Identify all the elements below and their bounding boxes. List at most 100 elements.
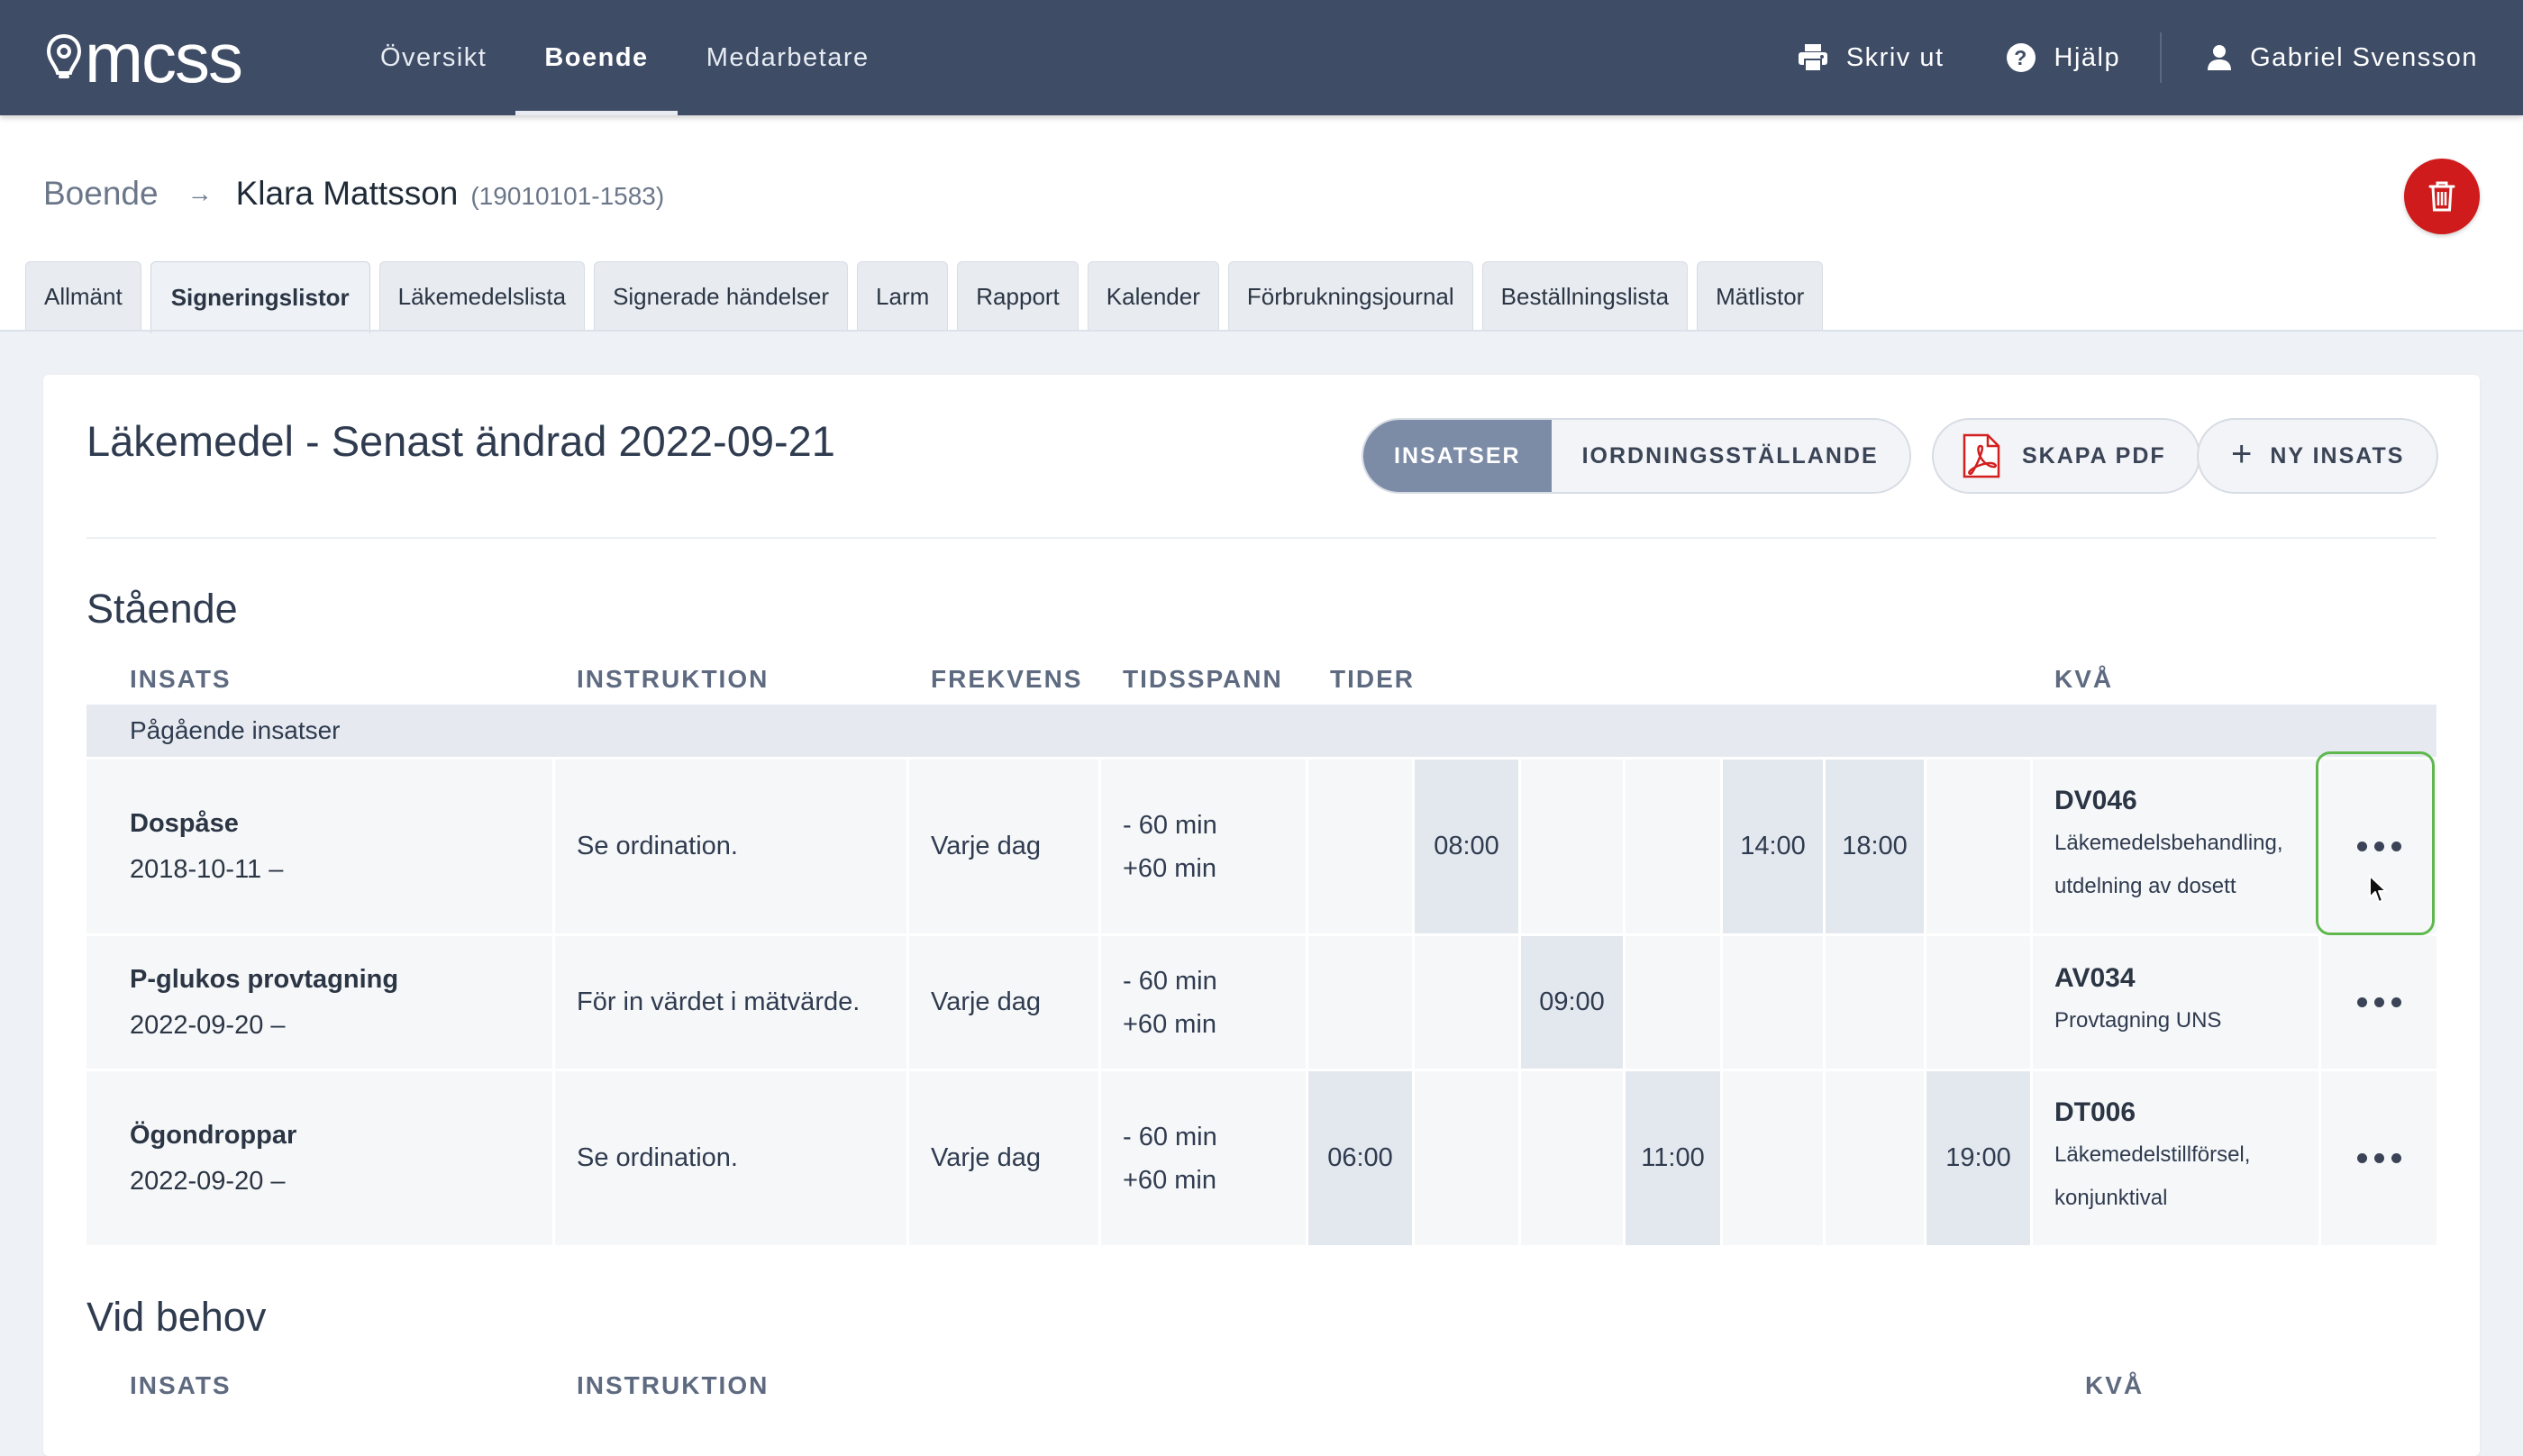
kva-description: Läkemedelstillförsel,: [2054, 1142, 2251, 1167]
plus-icon: +: [2231, 433, 2254, 474]
tab-lakemedelslista[interactable]: Läkemedelslista: [378, 261, 586, 332]
column-header-tidsspann[interactable]: TIDSSPANN: [1123, 665, 1283, 694]
nav-item-medarbetare[interactable]: Medarbetare: [678, 0, 898, 115]
tab-signerade-handelser[interactable]: Signerade händelser: [594, 261, 849, 332]
row-more-button[interactable]: [2321, 1071, 2436, 1245]
time-slot: [1308, 936, 1415, 1069]
timespan-before: - 60 min: [1123, 1122, 1217, 1151]
table-row[interactable]: Dospåse 2018-10-11 – Se ordination. Varj…: [87, 757, 2436, 933]
timespan-cell: - 60 min +60 min: [1101, 936, 1308, 1069]
column-header-insats[interactable]: INSATS: [130, 1371, 232, 1400]
time-slot: 11:00: [1626, 1071, 1723, 1245]
kva-description: Läkemedelsbehandling,: [2054, 830, 2283, 855]
help-icon: ?: [2006, 43, 2036, 72]
nav-actions: Skriv ut ? Hjälp Gabriel Svensson: [1767, 0, 2523, 115]
kva-code: DT006: [2054, 1097, 2136, 1127]
print-label: Skriv ut: [1845, 42, 1945, 72]
mouse-cursor-icon: [2369, 875, 2387, 903]
kva-description: konjunktival: [2054, 1185, 2168, 1210]
group-row-ongoing: Pågående insatser: [87, 705, 2436, 757]
print-button[interactable]: Skriv ut: [1767, 0, 1975, 115]
column-header-kva[interactable]: KVÅ: [2085, 1371, 2144, 1400]
timespan-cell: - 60 min +60 min: [1101, 760, 1308, 933]
table-row[interactable]: P-glukos provtagning 2022-09-20 – För in…: [87, 933, 2436, 1069]
frequency-cell: Varje dag: [909, 760, 1101, 933]
kva-cell: DV046 Läkemedelsbehandling, utdelning av…: [2033, 760, 2321, 933]
breadcrumb-parent-link[interactable]: Boende: [43, 175, 159, 213]
tab-label: Förbrukningsjournal: [1246, 283, 1454, 310]
tab-label: Rapport: [976, 283, 1060, 310]
nav-item-boende[interactable]: Boende: [515, 0, 679, 115]
frequency-cell: Varje dag: [909, 1071, 1101, 1245]
timespan-before: - 60 min: [1123, 966, 1217, 996]
insats-date: 2022-09-20 –: [130, 1166, 286, 1196]
new-insats-button[interactable]: + NY INSATS: [2197, 418, 2439, 494]
time-slot: [1626, 760, 1723, 933]
instruction-cell: För in värdet i mätvärde.: [555, 936, 909, 1069]
logo-text: mcss: [85, 18, 243, 97]
section-title-standing: Stående: [87, 586, 238, 632]
toggle-insatser[interactable]: INSATSER: [1363, 420, 1552, 492]
time-slot: [1415, 1071, 1521, 1245]
more-horizontal-icon: [2356, 1153, 2401, 1163]
new-insats-label: NY INSATS: [2270, 442, 2405, 469]
tab-signeringslistor[interactable]: Signeringslistor: [150, 261, 370, 333]
column-header-insats[interactable]: INSATS: [130, 665, 232, 694]
instruction-cell: Se ordination.: [555, 760, 909, 933]
help-button[interactable]: ? Hjälp: [1975, 0, 2152, 115]
create-pdf-button[interactable]: SKAPA PDF: [1932, 418, 2200, 494]
tab-label: Signeringslistor: [170, 284, 350, 311]
time-slot: 09:00: [1521, 936, 1626, 1069]
help-label: Hjälp: [2054, 42, 2121, 72]
time-slot: [1826, 936, 1926, 1069]
delete-button[interactable]: [2404, 159, 2480, 234]
insats-cell: Dospåse 2018-10-11 –: [87, 760, 555, 933]
tab-label: Kalender: [1106, 283, 1200, 310]
timespan-after: +60 min: [1123, 1165, 1216, 1195]
trash-icon: [2428, 181, 2455, 212]
section-title-as-needed: Vid behov: [87, 1294, 267, 1340]
time-slot: 19:00: [1926, 1071, 2033, 1245]
view-toggle: INSATSER IORDNINGSSTÄLLANDE: [1362, 418, 1911, 494]
tab-label: Läkemedelslista: [397, 283, 567, 310]
toggle-iordningsstallande[interactable]: IORDNINGSSTÄLLANDE: [1551, 420, 1909, 492]
column-header-instruktion[interactable]: INSTRUKTION: [577, 1371, 769, 1400]
resident-personal-number: (19010101-1583): [470, 182, 665, 210]
nav-item-label: Medarbetare: [706, 42, 870, 72]
timespan-before: - 60 min: [1123, 810, 1217, 840]
tab-matlistor[interactable]: Mätlistor: [1697, 261, 1824, 332]
column-header-instruktion[interactable]: INSTRUKTION: [577, 665, 769, 694]
column-header-kva[interactable]: KVÅ: [2054, 665, 2113, 694]
tab-label: Signerade händelser: [613, 283, 830, 310]
insats-name: Ögondroppar: [130, 1120, 297, 1150]
tab-bestallningslista[interactable]: Beställningslista: [1481, 261, 1689, 332]
kva-cell: DT006 Läkemedelstillförsel, konjunktival: [2033, 1071, 2321, 1245]
row-more-button[interactable]: [2321, 760, 2436, 933]
tab-kalender[interactable]: Kalender: [1087, 261, 1219, 332]
table-row[interactable]: Ögondroppar 2022-09-20 – Se ordination. …: [87, 1069, 2436, 1245]
mcss-logo[interactable]: mcss: [45, 23, 351, 93]
kva-code: AV034: [2054, 962, 2136, 993]
time-slot: [1308, 760, 1415, 933]
row-more-button[interactable]: [2321, 936, 2436, 1069]
column-header-tider[interactable]: TIDER: [1330, 665, 1415, 694]
user-menu[interactable]: Gabriel Svensson: [2171, 0, 2523, 115]
tab-larm[interactable]: Larm: [857, 261, 949, 332]
printer-icon: [1798, 44, 1827, 72]
column-header-frekvens[interactable]: FREKVENS: [931, 665, 1082, 694]
tab-label: Allmänt: [44, 283, 123, 310]
tab-forbrukningsjournal[interactable]: Förbrukningsjournal: [1227, 261, 1473, 332]
time-slot: [1826, 1071, 1926, 1245]
card-title: Läkemedel - Senast ändrad 2022-09-21: [87, 417, 835, 465]
tab-allmant[interactable]: Allmänt: [25, 261, 141, 332]
breadcrumb: Boende → Klara Mattsson (19010101-1583): [43, 175, 664, 213]
frequency-cell: Varje dag: [909, 936, 1101, 1069]
nav-divider: [2160, 32, 2163, 83]
medication-card: Läkemedel - Senast ändrad 2022-09-21 INS…: [43, 375, 2480, 1456]
tab-rapport[interactable]: Rapport: [957, 261, 1079, 332]
time-slot: 08:00: [1415, 760, 1521, 933]
instruction-cell: Se ordination.: [555, 1071, 909, 1245]
timespan-after: +60 min: [1123, 1009, 1216, 1039]
user-name: Gabriel Svensson: [2250, 42, 2478, 72]
nav-item-oversikt[interactable]: Översikt: [351, 0, 515, 115]
